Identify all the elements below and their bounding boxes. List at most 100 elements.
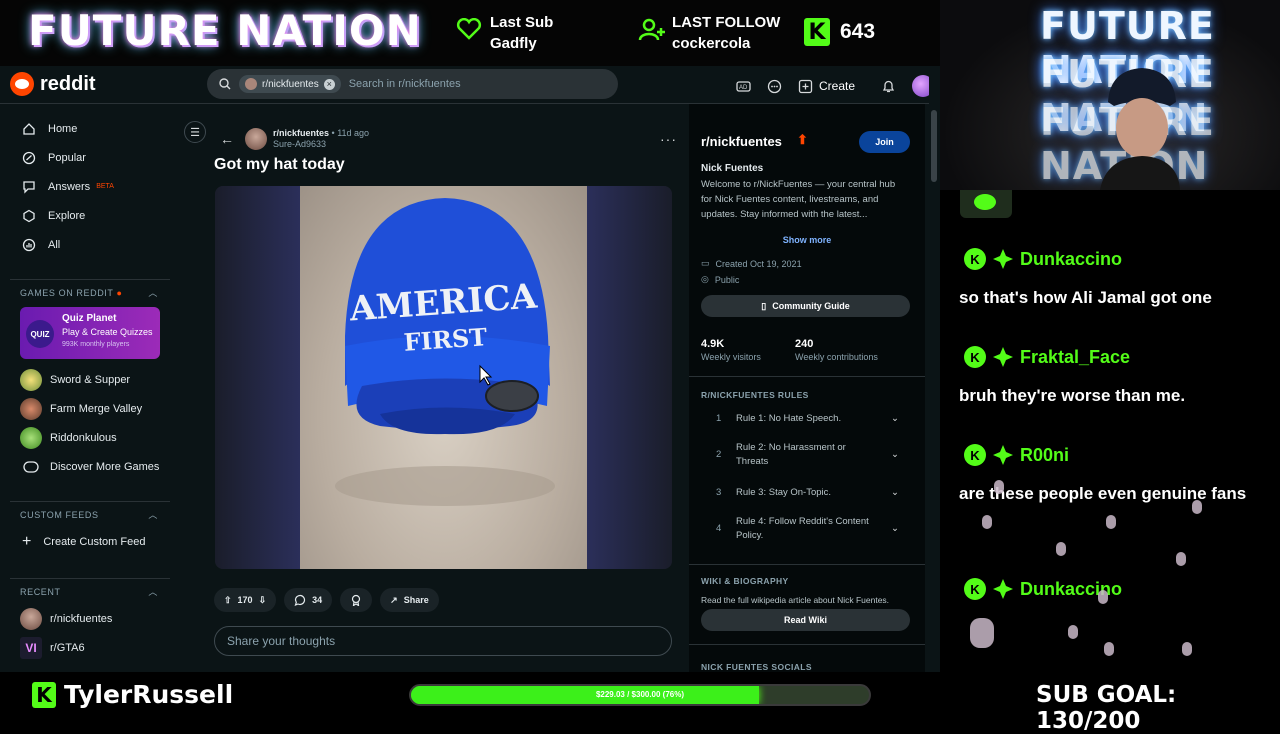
game-item-riddonkulous[interactable]: Riddonkulous: [10, 423, 170, 452]
image-blur-left: [215, 186, 300, 569]
kick-logo-icon: K: [32, 681, 56, 708]
gta6-icon: VI: [20, 636, 42, 659]
games-section-title: GAMES ON REDDIT: [20, 287, 114, 298]
game-item-farm-merge[interactable]: Farm Merge Valley: [10, 394, 170, 423]
chat-message-3-user[interactable]: K R00ni: [964, 444, 1069, 466]
search-scope-chip[interactable]: r/nickfuentes ×: [239, 75, 341, 93]
mouse-emote-icon: [1106, 515, 1116, 529]
kick-badge-icon: K: [964, 248, 986, 270]
rules-title: R/NICKFUENTES RULES: [701, 390, 809, 400]
channel-logo: FUTURE NATION: [28, 6, 422, 55]
divider: [689, 564, 925, 565]
comment-count: 34: [312, 595, 323, 605]
create-custom-feed[interactable]: + Create Custom Feed: [10, 527, 170, 556]
advertise-icon[interactable]: AD: [736, 79, 751, 94]
nav-item-all[interactable]: All: [10, 230, 170, 259]
create-button[interactable]: Create: [798, 79, 855, 94]
contributions-value: 240: [795, 338, 814, 350]
mouse-emote-icon: [1192, 500, 1202, 514]
reddit-logo[interactable]: reddit: [10, 72, 96, 96]
award-button[interactable]: [340, 588, 373, 612]
share-button[interactable]: ↗ Share: [380, 588, 439, 612]
custom-feeds-title: CUSTOM FEEDS: [20, 509, 99, 520]
reddit-header: reddit r/nickfuentes × Search in r/nickf…: [0, 66, 940, 104]
upvote-badge-icon: ⬆: [797, 132, 808, 147]
last-sub-name: Gadfly: [490, 35, 537, 52]
quiz-title: Quiz Planet: [62, 313, 117, 324]
mouse-emote-icon: [994, 480, 1004, 494]
games-section-header[interactable]: GAMES ON REDDIT ● ︿: [10, 279, 170, 305]
wiki-text: Read the full wikipedia article about Ni…: [701, 595, 890, 605]
popular-icon: [22, 151, 36, 164]
reddit-snoo-icon: [10, 72, 34, 96]
subreddit-avatar[interactable]: [245, 128, 267, 150]
heart-icon: [456, 17, 482, 46]
menu-icon[interactable]: ☰: [184, 121, 206, 143]
recent-item-gta6[interactable]: VI r/GTA6: [10, 633, 170, 662]
all-icon: [22, 238, 36, 251]
mouse-emote-icon: [1104, 642, 1114, 656]
nav-item-answers[interactable]: Answers BETA: [10, 172, 170, 201]
mouse-emote-icon: [1056, 542, 1066, 556]
scrollbar-thumb[interactable]: [931, 110, 937, 182]
recent-item-nickfuentes[interactable]: r/nickfuentes: [10, 604, 170, 633]
join-button[interactable]: Join: [859, 131, 910, 153]
kick-badge-icon: K: [964, 346, 986, 368]
custom-feeds-header[interactable]: CUSTOM FEEDS ︿: [10, 501, 170, 527]
show-more-link[interactable]: Show more: [689, 235, 925, 245]
post-age: • 11d ago: [331, 128, 370, 138]
post-subreddit[interactable]: r/nickfuentes: [273, 128, 329, 138]
comments-button[interactable]: 34: [284, 588, 333, 612]
share-icon: ↗: [390, 594, 398, 605]
plus-icon: [798, 79, 813, 93]
recent-label: r/GTA6: [50, 641, 85, 654]
comment-input[interactable]: Share your thoughts: [214, 626, 672, 656]
bell-icon[interactable]: [881, 79, 896, 94]
page-scrollbar[interactable]: [929, 66, 940, 672]
chat-icon[interactable]: [767, 79, 782, 94]
quiz-planet-card[interactable]: QUIZ Quiz Planet Play & Create Quizzes 9…: [20, 307, 160, 359]
hat-photo: AMERICA FIRST: [300, 186, 587, 569]
quiz-players: 993K monthly players: [62, 341, 130, 348]
downvote-icon[interactable]: ⇩: [259, 595, 267, 606]
nav-label: Explore: [48, 209, 86, 222]
game-item-sword-supper[interactable]: Sword & Supper: [10, 365, 170, 394]
recent-header[interactable]: RECENT ︿: [10, 578, 170, 604]
chat-message-1-text: so that's how Ali Jamal got one: [959, 288, 1212, 307]
discover-games-link[interactable]: Discover More Games: [10, 452, 170, 481]
mouse-emote-icon: [1068, 625, 1078, 639]
rule-text: Rule 4: Follow Reddit's Content Policy.: [736, 516, 869, 541]
stream-top-bar: FUTURE NATION Last Sub Gadfly LAST FOLLO…: [0, 0, 940, 66]
nav-item-popular[interactable]: Popular: [10, 143, 170, 172]
nav-item-explore[interactable]: Explore: [10, 201, 170, 230]
mouse-emote-icon: [1098, 590, 1108, 604]
chat-message-1-user[interactable]: K Dunkaccino: [964, 248, 1122, 270]
game-label: Farm Merge Valley: [50, 402, 143, 415]
search-bar[interactable]: r/nickfuentes × Search in r/nickfuentes: [207, 69, 618, 99]
back-arrow-icon[interactable]: ←: [220, 131, 234, 147]
read-wiki-button[interactable]: Read Wiki: [701, 609, 910, 631]
last-sub-widget: Last Sub Gadfly: [456, 12, 553, 54]
follower-count: 643: [840, 20, 876, 43]
wiki-title: WIKI & BIOGRAPHY: [701, 576, 789, 586]
post-image[interactable]: AMERICA FIRST: [215, 186, 672, 569]
streamer-name: TylerRussell: [64, 680, 234, 709]
upvote-icon[interactable]: ⇧: [224, 595, 232, 606]
quiz-logo: QUIZ: [26, 320, 54, 348]
post-meta: r/nickfuentes • 11d ago Sure-Ad9633: [273, 128, 369, 150]
community-name[interactable]: r/nickfuentes: [701, 134, 782, 149]
clear-chip-icon[interactable]: ×: [323, 78, 335, 90]
contributions-label: Weekly contributions: [795, 352, 878, 362]
explore-icon: [23, 209, 35, 222]
kick-logo-icon: K: [804, 18, 830, 46]
create-label: Create: [819, 79, 856, 93]
post-author[interactable]: Sure-Ad9633: [273, 139, 369, 150]
community-guide-button[interactable]: ▯ Community Guide: [701, 295, 910, 317]
search-input[interactable]: Search in r/nickfuentes: [349, 78, 461, 90]
chat-message-2-user[interactable]: K Fraktal_Face: [964, 346, 1130, 368]
blue-cap-illustration: AMERICA FIRST: [335, 198, 555, 506]
more-options-icon[interactable]: ···: [660, 131, 677, 147]
header-actions: AD Create: [736, 75, 935, 97]
nav-item-home[interactable]: Home: [10, 114, 170, 143]
svg-text:AD: AD: [739, 85, 748, 91]
